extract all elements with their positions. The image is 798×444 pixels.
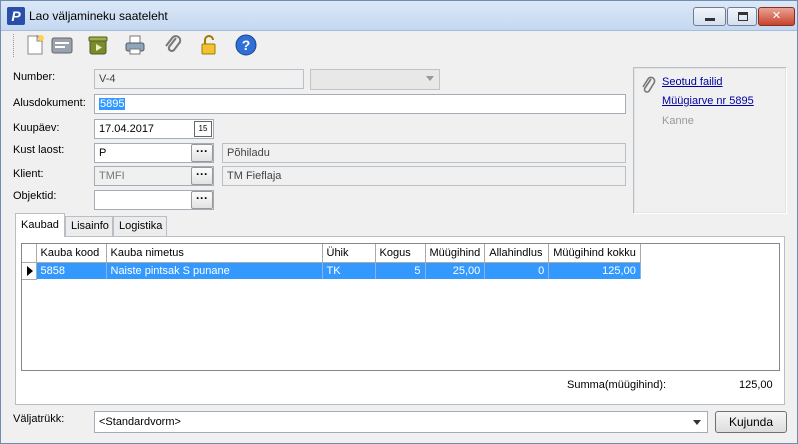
- attachment-button[interactable]: [161, 33, 185, 57]
- column-header-allahindlus[interactable]: Allahindlus: [484, 244, 550, 263]
- number-field: V-4: [94, 69, 304, 89]
- alusdokument-value: 5895: [99, 98, 126, 110]
- new-document-button[interactable]: [23, 33, 47, 57]
- unlock-button[interactable]: [197, 33, 221, 57]
- new-document-icon: [27, 34, 44, 55]
- cell-uhik[interactable]: TK: [322, 262, 376, 279]
- alusdokument-field[interactable]: 5895: [94, 94, 626, 114]
- save-button[interactable]: [86, 33, 110, 57]
- objektid-label: Objektid:: [13, 190, 57, 202]
- paperclip-icon: [642, 76, 656, 93]
- muugiarve-link[interactable]: Müügiarve nr 5895: [662, 95, 754, 107]
- maximize-button[interactable]: [727, 7, 757, 26]
- column-header-kauba-nimetus[interactable]: Kauba nimetus: [106, 244, 323, 263]
- title-bar: P Lao väljamineku saateleht ✕: [1, 1, 797, 31]
- help-button[interactable]: ?: [234, 33, 258, 57]
- row-pointer-icon: [27, 265, 33, 276]
- row-indicator: [22, 262, 37, 280]
- cell-kauba-kood[interactable]: 5858: [36, 262, 107, 279]
- column-header-muugihind-kokku[interactable]: Müügihind kokku: [548, 244, 641, 263]
- grid-corner: [22, 244, 37, 263]
- kujunda-button[interactable]: Kujunda: [715, 411, 787, 433]
- klient-label: Klient:: [13, 168, 44, 180]
- unlock-icon: [201, 35, 216, 55]
- summary-label: Summa(müügihind):: [567, 379, 667, 391]
- close-button[interactable]: ✕: [758, 7, 795, 26]
- attachment-icon: [165, 35, 182, 52]
- valjatrukk-value: <Standardvorm>: [99, 416, 181, 428]
- alusdokument-label: Alusdokument:: [13, 97, 86, 109]
- klient-lookup-button[interactable]: ···: [191, 167, 213, 185]
- print-button[interactable]: [123, 33, 147, 57]
- valjatrukk-select[interactable]: <Standardvorm>: [94, 411, 708, 433]
- app-logo-icon: P: [7, 7, 25, 25]
- maximize-icon: [738, 12, 748, 21]
- column-header-muugihind[interactable]: Müügihind: [425, 244, 486, 263]
- close-icon: ✕: [771, 10, 782, 22]
- print-icon: [125, 35, 145, 55]
- cell-muugihind-kokku[interactable]: 125,00: [548, 262, 641, 279]
- chevron-down-icon: [693, 420, 701, 425]
- kanne-link: Kanne: [662, 115, 694, 127]
- column-header-uhik[interactable]: Ühik: [322, 244, 376, 263]
- kust-laost-name: Põhiladu: [222, 143, 626, 163]
- svg-text:?: ?: [242, 37, 251, 53]
- summary-value: 125,00: [739, 379, 773, 391]
- tab-kaubad[interactable]: Kaubad: [15, 213, 65, 237]
- kust-laost-label: Kust laost:: [13, 144, 65, 156]
- column-header-kauba-kood[interactable]: Kauba kood: [36, 244, 107, 263]
- window-title: Lao väljamineku saateleht: [29, 9, 168, 23]
- valjatrukk-label: Väljatrükk:: [13, 413, 65, 425]
- number-label: Number:: [13, 71, 56, 83]
- column-header-kogus[interactable]: Kogus: [375, 244, 426, 263]
- tab-logistika[interactable]: Logistika: [113, 216, 167, 236]
- form-button[interactable]: [50, 33, 74, 57]
- grid-header-row: Kauba kood Kauba nimetus Ühik Kogus Müüg…: [22, 244, 641, 263]
- tab-lisainfo[interactable]: Lisainfo: [65, 216, 113, 236]
- cell-kauba-nimetus[interactable]: Naiste pintsak S punane: [106, 262, 323, 279]
- seotud-failid-link[interactable]: Seotud failid: [662, 76, 723, 88]
- number-series-select: [310, 69, 440, 90]
- table-row[interactable]: 5858 Naiste pintsak S punane TK 5 25,00 …: [22, 262, 641, 280]
- cell-muugihind[interactable]: 25,00: [425, 262, 486, 279]
- kuupaev-label: Kuupäev:: [13, 122, 60, 134]
- items-grid[interactable]: Kauba kood Kauba nimetus Ühik Kogus Müüg…: [21, 243, 780, 371]
- objektid-lookup-button[interactable]: ···: [191, 191, 213, 209]
- form-icon: [51, 37, 73, 54]
- help-icon: ?: [235, 34, 257, 56]
- save-icon: [88, 36, 108, 55]
- related-links-panel: Seotud failid Müügiarve nr 5895 Kanne: [633, 67, 787, 214]
- klient-name: TM Fieflaja: [222, 166, 626, 186]
- related-links-inner: [634, 68, 786, 213]
- cell-kogus[interactable]: 5: [375, 262, 426, 279]
- toolbar-grip[interactable]: [13, 34, 15, 57]
- calendar-icon[interactable]: 15: [194, 121, 212, 137]
- toolbar: ?: [1, 31, 797, 60]
- app-window: P Lao väljamineku saateleht ✕ ? Number: …: [0, 0, 798, 444]
- chevron-down-icon: [426, 76, 434, 81]
- kust-laost-lookup-button[interactable]: ···: [191, 144, 213, 162]
- minimize-icon: [705, 18, 715, 21]
- minimize-button[interactable]: [693, 7, 726, 26]
- cell-allahindlus[interactable]: 0: [484, 262, 550, 279]
